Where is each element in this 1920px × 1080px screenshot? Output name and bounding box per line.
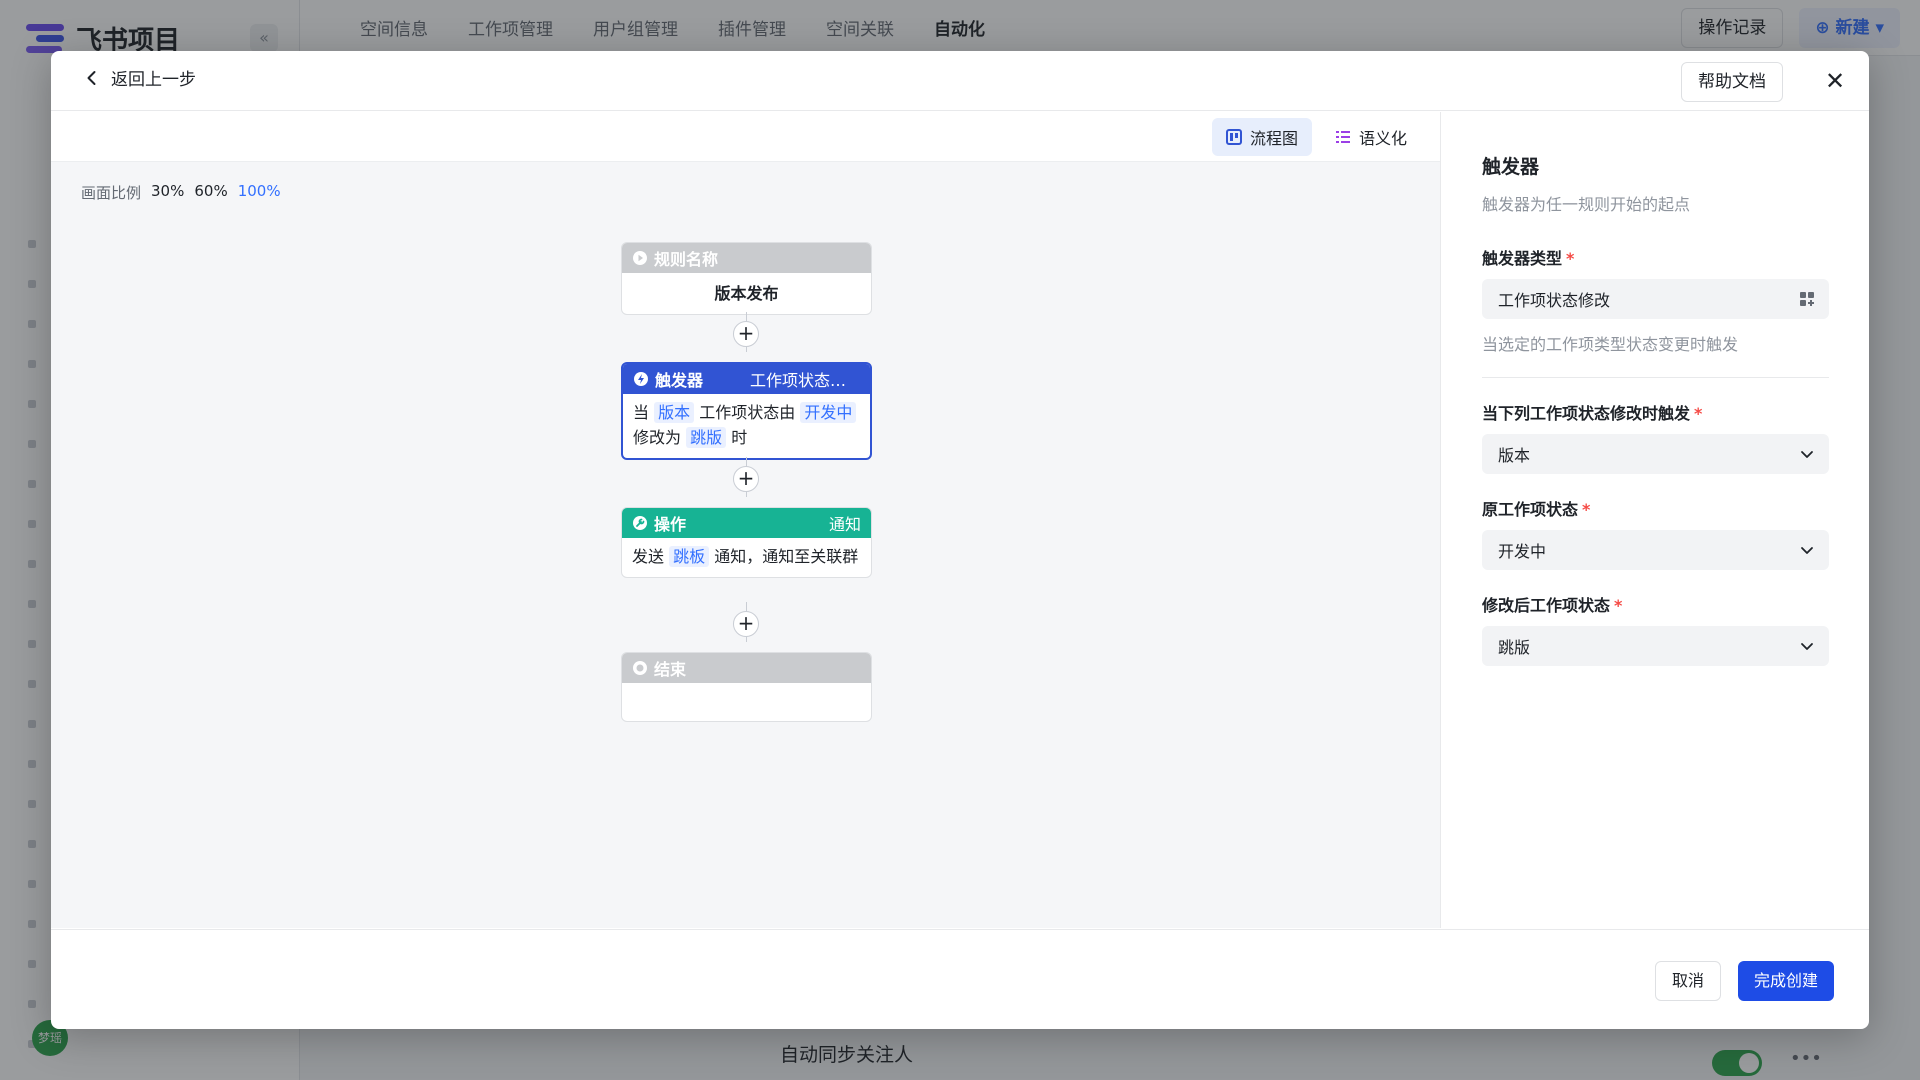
from-state-select[interactable]: 开发中: [1482, 530, 1829, 570]
chevron-down-icon: [1801, 547, 1813, 554]
rule-name-value: 版本发布: [714, 284, 779, 303]
rule-name-header: 规则名称: [622, 243, 871, 273]
from-state-value: 开发中: [1498, 542, 1547, 561]
modal-footer: 取消 完成创建: [51, 929, 1869, 1029]
from-state-label: 原工作项状态 *: [1482, 496, 1829, 520]
action-type-tag: 通知: [828, 515, 861, 534]
zoom-control: 画面比例 30% 60% 100%: [81, 182, 281, 203]
trigger-type-value: 工作项状态修改: [1498, 291, 1611, 310]
action-notice-chip: 跳板: [669, 546, 710, 567]
back-label: 返回上一步: [111, 70, 196, 90]
trigger-type-hint: 当选定的工作项类型状态变更时触发: [1482, 335, 1739, 354]
trigger-config-panel: 触发器 触发器为任一规则开始的起点 触发器类型 * 工作项状态修改 当选定的工作项…: [1442, 112, 1869, 928]
grid-icon: [1800, 292, 1814, 306]
to-state-select[interactable]: 跳版: [1482, 626, 1829, 666]
modal-header: 返回上一步 帮助文档 ✕: [51, 51, 1869, 111]
trigger-description: 当 版本 工作项状态由 开发中 修改为 跳版 时: [623, 394, 870, 458]
trigger-type-tag: 工作项状态修改: [750, 371, 860, 390]
wrench-icon: [633, 516, 647, 530]
chevron-down-icon: [1801, 643, 1813, 650]
zoom-60[interactable]: 60%: [194, 182, 227, 203]
close-icon[interactable]: ✕: [1821, 67, 1849, 95]
required-mark: *: [1694, 404, 1703, 423]
list-icon: [1336, 131, 1350, 143]
trigger-text: 当: [633, 403, 650, 422]
flow-view-label: 流程图: [1250, 129, 1299, 148]
trigger-to-state-chip: 跳版: [686, 427, 727, 448]
view-switch-bar: 流程图 语义化: [51, 112, 1440, 162]
from-state-label-text: 原工作项状态: [1482, 500, 1579, 519]
trigger-text: 工作项状态由: [699, 403, 796, 422]
add-step-button[interactable]: +: [733, 611, 759, 637]
action-text: 发送: [632, 547, 665, 566]
rule-name-title: 规则名称: [654, 250, 719, 269]
to-state-value: 跳版: [1498, 638, 1531, 657]
work-item-label: 当下列工作项状态修改时触发 *: [1482, 400, 1829, 424]
trigger-work-item-chip: 版本: [654, 402, 695, 423]
flow-view-toggle[interactable]: 流程图: [1212, 118, 1313, 156]
required-mark: *: [1582, 500, 1591, 519]
semantic-view-label: 语义化: [1359, 129, 1408, 148]
trigger-node[interactable]: 触发器 工作项状态修改 当 版本 工作项状态由 开发中 修改为 跳版 时: [621, 362, 872, 460]
panel-divider: [1482, 377, 1829, 378]
add-step-button[interactable]: +: [733, 466, 759, 492]
trigger-text: 修改为: [633, 428, 682, 447]
end-header: 结束: [622, 653, 871, 683]
action-title: 操作: [654, 515, 687, 534]
automation-modal: 返回上一步 帮助文档 ✕ 流程图 语义化 画面比例 30% 60% 100% 规…: [51, 51, 1869, 1029]
semantic-view-toggle[interactable]: 语义化: [1321, 118, 1421, 156]
rule-name-node[interactable]: 规则名称 版本发布: [621, 242, 872, 315]
flowchart-icon: [1226, 129, 1242, 145]
trigger-header: 触发器 工作项状态修改: [623, 364, 870, 394]
zoom-30[interactable]: 30%: [151, 182, 184, 203]
panel-title: 触发器: [1482, 156, 1540, 178]
stop-circle-icon: [633, 661, 647, 675]
flow-canvas[interactable]: 流程图 语义化 画面比例 30% 60% 100% 规则名称 版本发布 + 触发…: [51, 112, 1441, 928]
play-circle-icon: [633, 251, 647, 265]
trigger-type-select[interactable]: 工作项状态修改: [1482, 279, 1829, 319]
action-text: 通知，通知至关联群: [714, 547, 859, 566]
work-item-select[interactable]: 版本: [1482, 434, 1829, 474]
work-item-value: 版本: [1498, 446, 1531, 465]
cancel-button[interactable]: 取消: [1655, 961, 1722, 1001]
required-mark: *: [1566, 249, 1575, 268]
trigger-from-state-chip: 开发中: [800, 402, 857, 423]
action-node[interactable]: 操作 通知 发送 跳板 通知，通知至关联群: [621, 507, 872, 578]
to-state-label-text: 修改后工作项状态: [1482, 596, 1611, 615]
trigger-title: 触发器: [655, 371, 704, 390]
help-doc-button[interactable]: 帮助文档: [1681, 62, 1783, 102]
work-item-label-text: 当下列工作项状态修改时触发: [1482, 404, 1691, 423]
add-step-button[interactable]: +: [733, 321, 759, 347]
trigger-text: 时: [731, 428, 748, 447]
trigger-type-label: 触发器类型 *: [1482, 245, 1829, 269]
back-button[interactable]: 返回上一步: [83, 65, 196, 90]
panel-subtitle: 触发器为任一规则开始的起点: [1482, 195, 1691, 214]
complete-create-button[interactable]: 完成创建: [1738, 961, 1835, 1001]
zoom-100[interactable]: 100%: [238, 182, 281, 203]
end-node: 结束: [621, 652, 872, 722]
end-title: 结束: [654, 660, 687, 679]
action-header: 操作 通知: [622, 508, 871, 538]
required-mark: *: [1614, 596, 1623, 615]
trigger-type-label-text: 触发器类型: [1482, 249, 1563, 268]
end-body: [622, 683, 871, 721]
chevron-left-icon: [87, 70, 96, 85]
lightning-icon: [634, 372, 648, 386]
zoom-label: 画面比例: [81, 184, 142, 202]
action-description: 发送 跳板 通知，通知至关联群: [622, 538, 871, 577]
to-state-label: 修改后工作项状态 *: [1482, 592, 1829, 616]
chevron-down-icon: [1801, 451, 1813, 458]
